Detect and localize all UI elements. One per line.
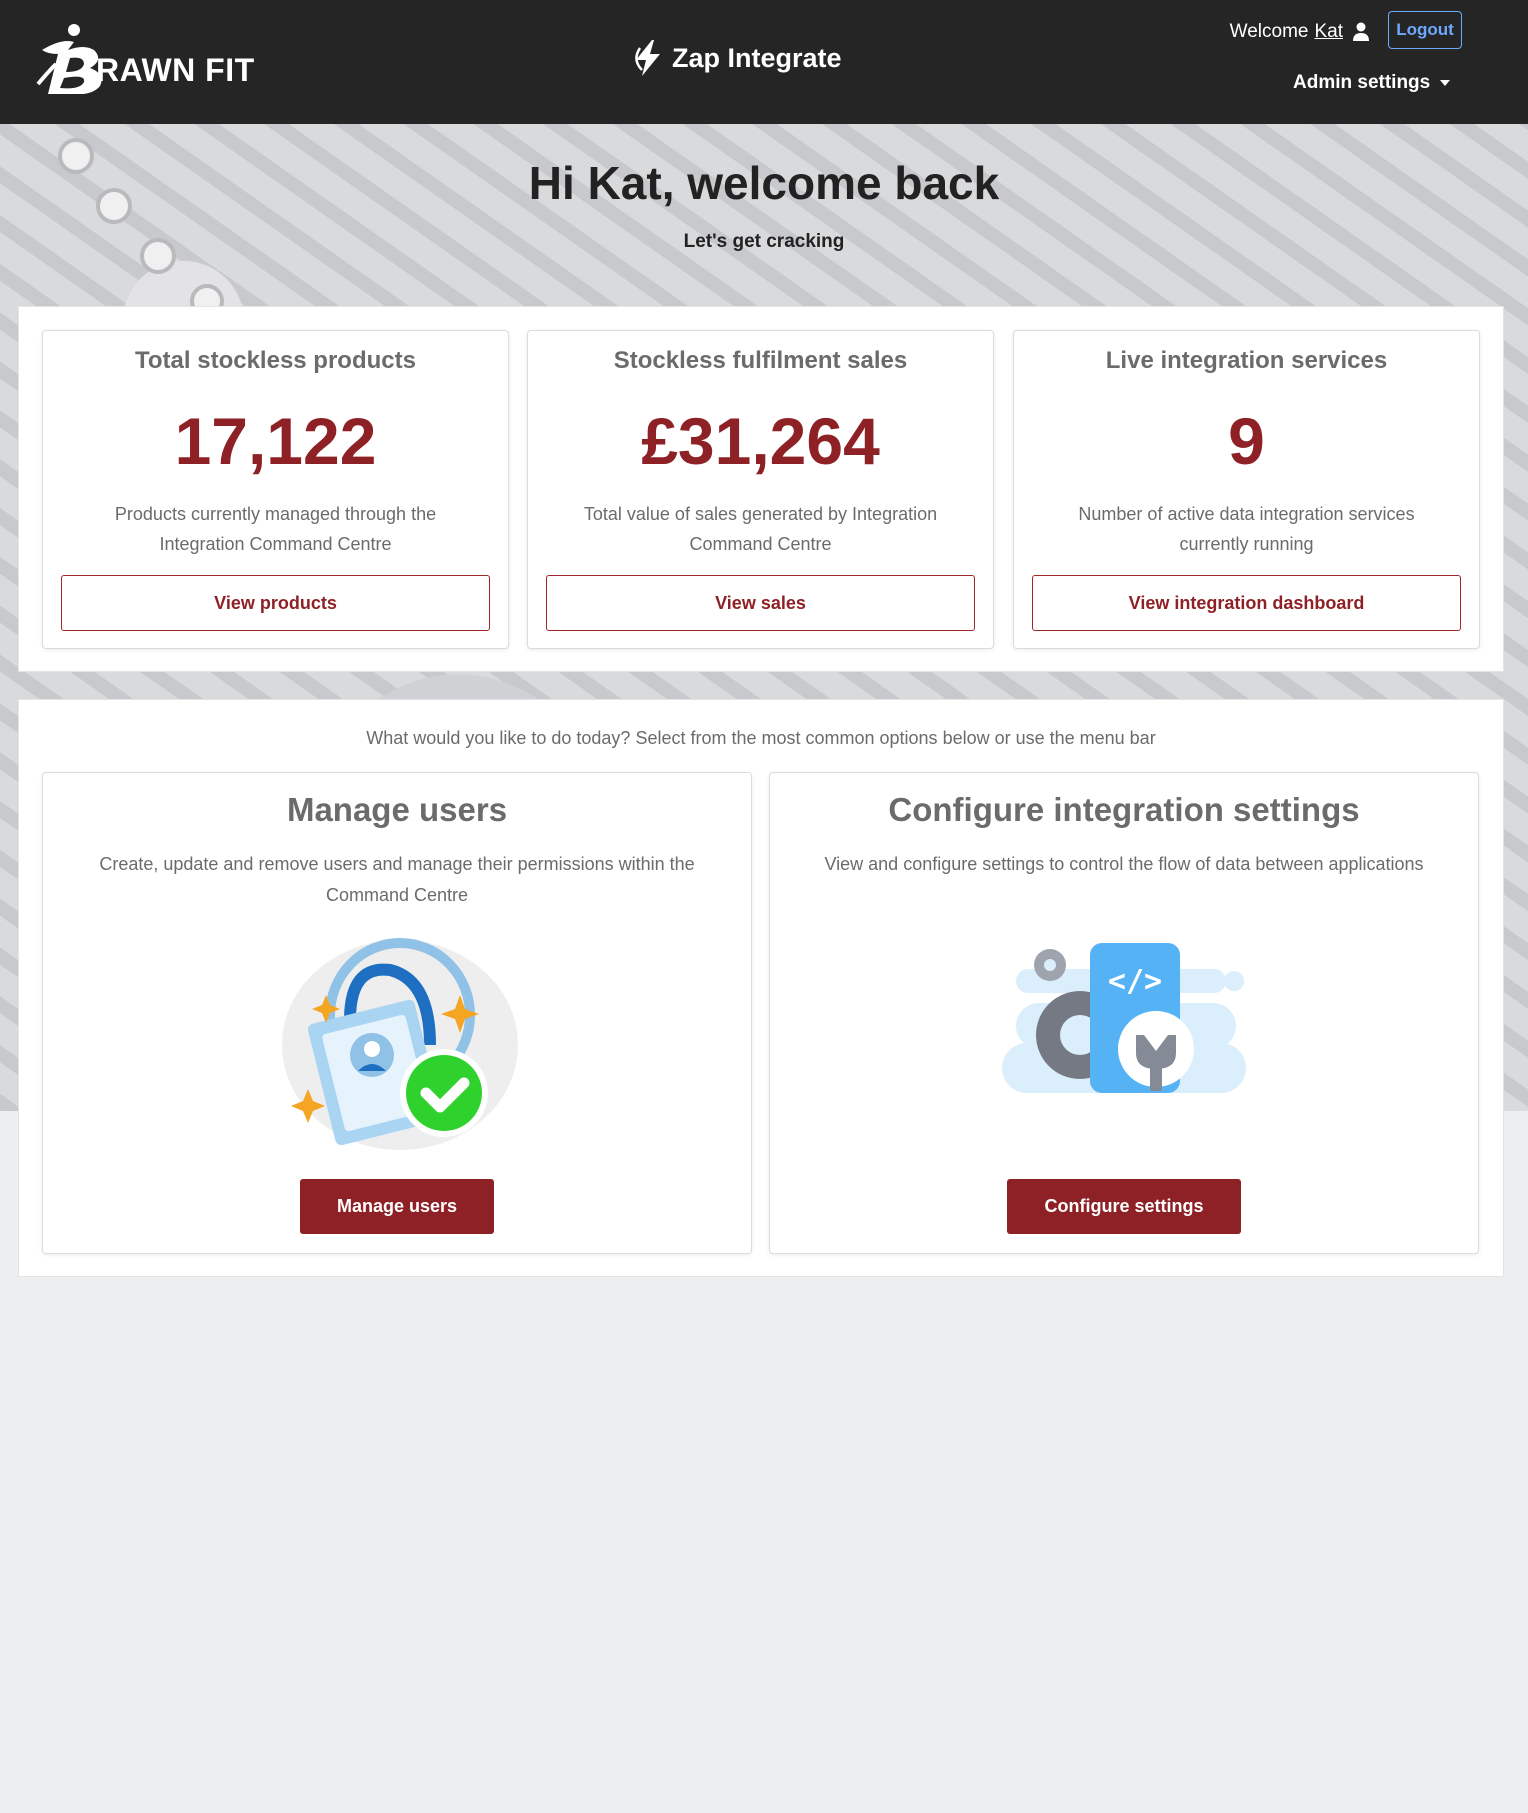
card-title: Configure integration settings: [888, 791, 1360, 828]
view-products-button[interactable]: View products: [61, 575, 490, 631]
zap-integrate-logo[interactable]: Zap Integrate: [630, 38, 842, 78]
welcome-user: Welcome Kat: [1230, 20, 1370, 44]
manage-users-card: Manage users Create, update and remove u…: [42, 772, 752, 1254]
card-description: View and configure settings to control t…: [824, 854, 1424, 874]
quick-actions-panel: What would you like to do today? Select …: [18, 699, 1504, 1277]
lightning-icon: [635, 40, 660, 76]
stat-card-products: Total stockless products 17,122 Products…: [42, 330, 509, 649]
stat-description: Products currently managed through the I…: [114, 504, 437, 554]
quick-actions-intro: What would you like to do today? Select …: [366, 728, 1156, 748]
page-subtitle: Let's get cracking: [683, 231, 845, 252]
stats-panel: Total stockless products 17,122 Products…: [18, 306, 1504, 672]
stat-value: 17,122: [174, 404, 377, 478]
code-gear-wrench-icon: </>: [1002, 943, 1246, 1093]
view-sales-button[interactable]: View sales: [546, 575, 975, 631]
stat-title: Stockless fulfilment sales: [613, 347, 908, 374]
caret-down-icon: [1440, 80, 1451, 86]
stat-description: Number of active data integration servic…: [1078, 504, 1415, 554]
stat-card-sales: Stockless fulfilment sales £31,264 Total…: [527, 330, 994, 649]
brand-name: RAWN FIT: [96, 52, 255, 88]
welcome-label: Welcome: [1229, 21, 1309, 42]
stat-card-integrations: Live integration services 9 Number of ac…: [1013, 330, 1480, 649]
logout-button[interactable]: Logout: [1388, 11, 1462, 49]
product-name: Zap Integrate: [672, 42, 842, 73]
configure-settings-button[interactable]: Configure settings: [1007, 1179, 1241, 1234]
user-id-badge-check-icon: [282, 938, 518, 1150]
stat-value: £31,264: [641, 404, 880, 478]
user-icon: [1353, 22, 1369, 41]
top-navbar: RAWN FIT Zap Integrate Welcome Kat Logou…: [0, 0, 1528, 124]
svg-text:</>: </>: [1108, 964, 1162, 999]
stat-description: Total value of sales generated by Integr…: [583, 504, 938, 554]
manage-users-button[interactable]: Manage users: [300, 1179, 494, 1234]
view-integration-dashboard-button[interactable]: View integration dashboard: [1032, 575, 1461, 631]
admin-settings-label: Admin settings: [1293, 72, 1431, 93]
stat-value: 9: [1228, 404, 1265, 478]
card-description: Create, update and remove users and mana…: [99, 854, 695, 905]
user-name-link[interactable]: Kat: [1314, 21, 1343, 43]
stat-title: Live integration services: [1105, 347, 1388, 374]
admin-settings-dropdown[interactable]: Admin settings: [1293, 70, 1451, 96]
configure-integration-card: Configure integration settings View and …: [769, 772, 1479, 1254]
stat-title: Total stockless products: [135, 347, 416, 374]
card-title: Manage users: [286, 791, 508, 828]
page-title: Hi Kat, welcome back: [528, 157, 1000, 209]
